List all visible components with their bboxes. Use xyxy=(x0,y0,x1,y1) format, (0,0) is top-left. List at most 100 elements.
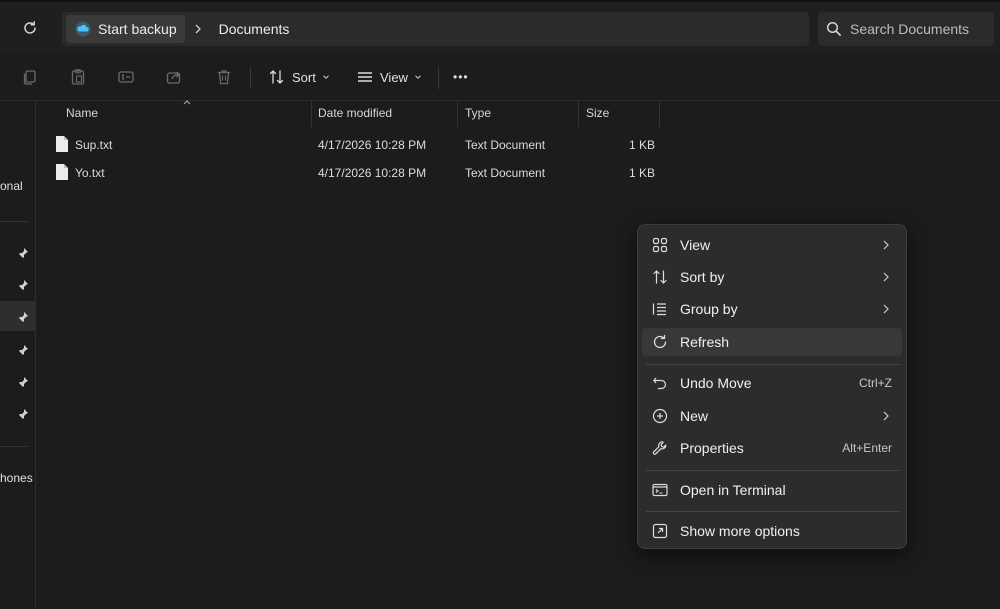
chevron-right-icon[interactable] xyxy=(185,24,211,34)
menu-item-sort-by[interactable]: Sort by xyxy=(642,263,902,291)
terminal-icon xyxy=(651,481,669,499)
menu-item-label: Open in Terminal xyxy=(680,482,786,498)
nav-divider xyxy=(0,221,28,222)
pin-icon xyxy=(18,409,28,420)
search-input[interactable] xyxy=(850,21,990,37)
chevron-down-icon xyxy=(322,75,329,79)
grid-view-icon xyxy=(651,236,669,254)
address-bar-row: Start backup Documents xyxy=(0,0,1000,53)
copy-path-icon[interactable] xyxy=(18,65,42,89)
column-headers: Name Date modified Type Size xyxy=(36,100,1000,127)
text-file-icon xyxy=(56,136,68,152)
menu-item-label: View xyxy=(680,237,711,253)
file-row[interactable]: Sup.txt 4/17/2026 10:28 PM Text Document… xyxy=(36,132,676,158)
command-separator xyxy=(250,67,251,89)
pin-icon xyxy=(18,248,28,259)
menu-item-undo-move[interactable]: Undo Move Ctrl+Z xyxy=(642,369,902,397)
menu-item-new[interactable]: New xyxy=(642,402,902,430)
view-button[interactable]: View xyxy=(352,63,426,91)
file-date-modified: 4/17/2026 10:28 PM xyxy=(318,166,427,180)
menu-item-label: Refresh xyxy=(680,334,730,350)
menu-separator xyxy=(646,470,900,471)
menu-item-show-more-options[interactable]: Show more options xyxy=(642,517,902,545)
column-divider[interactable] xyxy=(311,101,312,127)
column-divider[interactable] xyxy=(659,101,660,127)
menu-item-label: Sort by xyxy=(680,269,725,285)
file-date-modified: 4/17/2026 10:28 PM xyxy=(318,138,427,152)
wrench-icon xyxy=(651,439,669,457)
nav-divider xyxy=(0,446,28,447)
list-view-icon xyxy=(358,72,372,82)
menu-item-shortcut: Ctrl+Z xyxy=(859,376,892,390)
file-type: Text Document xyxy=(465,138,546,152)
breadcrumb-label: Documents xyxy=(218,21,290,37)
context-menu: View Sort by Group by Refresh Undo Move … xyxy=(637,224,907,549)
file-size: 1 KB xyxy=(629,166,656,180)
search-icon xyxy=(826,21,841,36)
file-name: Sup.txt xyxy=(75,138,113,152)
pin-icon xyxy=(18,280,28,291)
file-size: 1 KB xyxy=(629,138,656,152)
menu-item-label: Properties xyxy=(680,440,744,456)
menu-item-label: Show more options xyxy=(680,523,800,539)
delete-icon[interactable] xyxy=(212,65,236,89)
pin-icon xyxy=(18,377,28,388)
breadcrumb-label: Start backup xyxy=(98,21,177,37)
command-separator xyxy=(438,67,439,89)
sort-button[interactable]: Sort xyxy=(264,63,334,91)
column-header-date-modified[interactable]: Date modified xyxy=(318,106,392,120)
column-header-name[interactable]: Name xyxy=(66,106,98,120)
see-more-button[interactable]: ••• xyxy=(449,63,473,91)
menu-item-shortcut: Alt+Enter xyxy=(842,441,892,455)
undo-icon xyxy=(651,374,669,392)
more-options-icon xyxy=(651,522,669,540)
refresh-icon xyxy=(651,333,669,351)
menu-item-label: New xyxy=(680,408,709,424)
share-icon[interactable] xyxy=(162,65,186,89)
column-divider[interactable] xyxy=(578,101,579,127)
menu-item-refresh[interactable]: Refresh xyxy=(642,328,902,356)
breadcrumb[interactable]: Start backup Documents xyxy=(62,12,809,46)
file-name: Yo.txt xyxy=(75,166,105,180)
chevron-right-icon xyxy=(882,240,890,250)
sort-ascending-icon xyxy=(183,100,191,105)
menu-item-open-in-terminal[interactable]: Open in Terminal xyxy=(642,476,902,504)
pin-icon xyxy=(18,312,28,323)
menu-item-label: Undo Move xyxy=(680,375,752,391)
chevron-right-icon xyxy=(882,411,890,421)
breadcrumb-start-backup[interactable]: Start backup xyxy=(66,15,185,43)
chevron-right-icon xyxy=(882,272,890,282)
chevron-right-icon xyxy=(882,304,890,314)
refresh-icon xyxy=(24,21,36,34)
navigation-pane: onal hones xyxy=(0,101,36,609)
chevron-down-icon xyxy=(415,75,421,79)
sort-icon xyxy=(269,70,284,84)
breadcrumb-documents[interactable]: Documents xyxy=(211,15,298,43)
column-divider[interactable] xyxy=(457,101,458,127)
sort-icon xyxy=(651,268,669,286)
new-icon xyxy=(651,407,669,425)
view-label: View xyxy=(380,69,408,85)
more-dots-icon: ••• xyxy=(453,70,469,84)
file-row[interactable]: Yo.txt 4/17/2026 10:28 PM Text Document … xyxy=(36,160,676,186)
nav-item-personal[interactable]: onal xyxy=(0,179,23,193)
pin-icon xyxy=(18,345,28,356)
menu-item-view[interactable]: View xyxy=(642,231,902,259)
nav-item-phones[interactable]: hones xyxy=(0,471,33,485)
refresh-button[interactable] xyxy=(18,16,42,40)
menu-item-group-by[interactable]: Group by xyxy=(642,295,902,323)
paste-icon[interactable] xyxy=(66,65,90,89)
file-type: Text Document xyxy=(465,166,546,180)
column-header-type[interactable]: Type xyxy=(465,106,491,120)
menu-separator xyxy=(646,364,900,365)
search-box[interactable] xyxy=(818,12,994,46)
cloud-backup-icon xyxy=(75,21,91,37)
sort-label: Sort xyxy=(292,69,316,85)
menu-item-label: Group by xyxy=(680,301,738,317)
column-header-size[interactable]: Size xyxy=(586,106,609,120)
text-file-icon xyxy=(56,164,68,180)
rename-icon[interactable] xyxy=(114,65,138,89)
menu-separator xyxy=(646,511,900,512)
menu-item-properties[interactable]: Properties Alt+Enter xyxy=(642,434,902,462)
group-icon xyxy=(651,300,669,318)
